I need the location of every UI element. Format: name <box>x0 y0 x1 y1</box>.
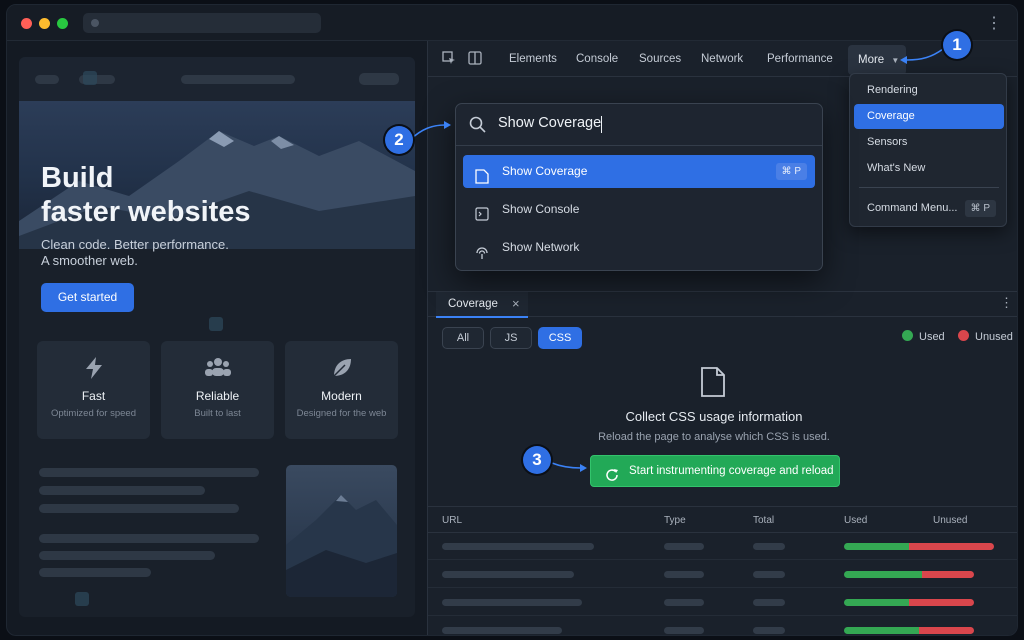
step-2-arrow <box>410 124 446 140</box>
browser-window: ⋮ Build faster websites Clean code. Bett… <box>6 4 1018 636</box>
step-arrows <box>410 48 944 472</box>
step-1-arrow <box>906 48 944 61</box>
step-badge-3: 3 <box>523 446 551 474</box>
step-3-arrow <box>551 462 582 469</box>
step-badge-1: 1 <box>943 31 971 59</box>
step-badge-2: 2 <box>385 126 413 154</box>
